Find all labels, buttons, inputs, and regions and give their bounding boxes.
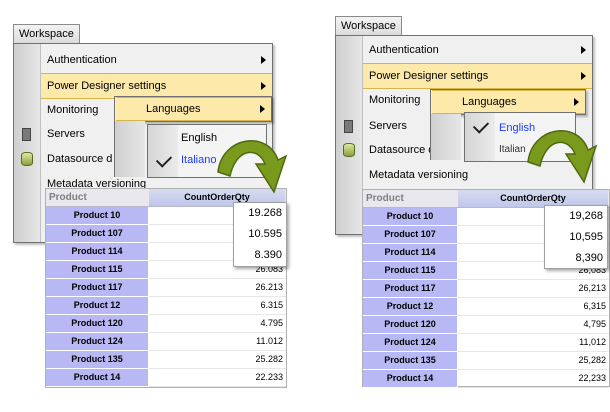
value-popout: 19.268 10.595 8.390	[233, 202, 287, 267]
submenu-arrow-icon	[581, 72, 586, 80]
value-cell: 11.012	[149, 333, 286, 351]
product-cell: Product 10	[363, 208, 458, 225]
menu-item-label: Servers	[369, 120, 407, 132]
submenu-arrow-icon	[260, 105, 265, 113]
value-cell: 11,012	[458, 334, 609, 352]
column-header-product[interactable]: Product	[46, 189, 87, 206]
workspace-tab[interactable]: Workspace	[13, 24, 80, 43]
menu-item-label: Power Designer settings	[369, 70, 489, 82]
popout-value: 8,390	[575, 252, 603, 264]
right-panel: Workspace Authentication Power Designer …	[322, 0, 610, 412]
menu-item-authentication[interactable]: Authentication	[41, 48, 272, 72]
value-cell: 22.233	[149, 369, 286, 387]
value-popout: 19,268 10,595 8,390	[544, 205, 608, 269]
table-row[interactable]: Product 14 22.233	[46, 369, 286, 387]
product-cell: Product 12	[363, 298, 458, 315]
curved-arrow-icon	[527, 130, 598, 184]
product-cell: Product 117	[46, 279, 149, 296]
product-cell: Product 14	[363, 370, 458, 387]
menu-item-label: Authentication	[369, 44, 439, 56]
servers-icon	[344, 120, 353, 133]
product-cell: Product 124	[46, 333, 149, 350]
menu-item-authentication[interactable]: Authentication	[363, 38, 592, 62]
languages-submenu-strip	[430, 114, 461, 160]
table-row[interactable]: Product 120 4,795	[363, 316, 609, 334]
datasource-icon	[21, 152, 33, 166]
menu-item-label: Monitoring	[369, 94, 421, 106]
popout-value: 10,595	[569, 231, 603, 243]
table-row[interactable]: Product 124 11,012	[363, 334, 609, 352]
menu-item-label: Languages	[146, 103, 201, 115]
value-cell: 6,315	[458, 298, 609, 316]
languages-submenu: Languages	[114, 96, 272, 122]
submenu-arrow-icon	[581, 46, 586, 54]
menu-item-label: Servers	[47, 128, 85, 140]
table-row[interactable]: Product 12 6.315	[46, 297, 286, 315]
product-cell: Product 114	[363, 244, 458, 261]
product-cell: Product 10	[46, 207, 149, 224]
popout-value: 10.595	[248, 228, 282, 240]
product-cell: Product 135	[363, 352, 458, 369]
value-cell: 26,213	[458, 280, 609, 298]
menu-item-label: Datasource d	[369, 144, 435, 156]
table-row[interactable]: Product 14 22,233	[363, 370, 609, 388]
table-row[interactable]: Product 120 4.795	[46, 315, 286, 333]
value-cell: 4.795	[149, 315, 286, 333]
menu-item-label: Metadata versioning	[369, 169, 469, 181]
datasource-icon	[343, 143, 355, 157]
workspace-tab[interactable]: Workspace	[335, 16, 402, 35]
product-cell: Product 115	[46, 261, 149, 278]
submenu-arrow-icon	[261, 56, 266, 64]
menu-item-label: Authentication	[47, 54, 117, 66]
menu-item-label: Power Designer settings	[47, 80, 167, 92]
table-row[interactable]: Product 135 25.282	[46, 351, 286, 369]
product-cell: Product 124	[363, 334, 458, 351]
table-row[interactable]: Product 117 26.213	[46, 279, 286, 297]
table-row[interactable]: Product 135 25,282	[363, 352, 609, 370]
product-cell: Product 115	[363, 262, 458, 279]
product-cell: Product 107	[46, 225, 149, 242]
product-cell: Product 12	[46, 297, 149, 314]
value-cell: 26.213	[149, 279, 286, 297]
menu-item-label: Datasource d	[47, 153, 113, 165]
product-cell: Product 120	[46, 315, 149, 332]
popout-value: 8.390	[254, 249, 282, 261]
popout-value: 19.268	[248, 207, 282, 219]
value-cell: 22,233	[458, 370, 609, 388]
menu-item-languages[interactable]: Languages	[432, 90, 585, 114]
menu-item-languages[interactable]: Languages	[116, 97, 271, 121]
popout-value: 19,268	[569, 210, 603, 222]
value-cell: 6.315	[149, 297, 286, 315]
product-cell: Product 117	[363, 280, 458, 297]
product-cell: Product 114	[46, 243, 149, 260]
column-header-product[interactable]: Product	[363, 190, 404, 207]
product-cell: Product 135	[46, 351, 149, 368]
table-row[interactable]: Product 12 6,315	[363, 298, 609, 316]
menu-item-power-designer-settings[interactable]: Power Designer settings	[363, 63, 592, 89]
menu-item-label: Languages	[462, 96, 517, 108]
value-cell: 25.282	[149, 351, 286, 369]
menu-icon-strip	[14, 44, 41, 242]
table-row[interactable]: Product 124 11.012	[46, 333, 286, 351]
language-strip	[148, 125, 178, 177]
languages-submenu-strip	[114, 121, 145, 177]
value-cell: 4,795	[458, 316, 609, 334]
submenu-arrow-icon	[261, 82, 266, 90]
menu-item-label: Monitoring	[47, 104, 99, 116]
product-cell: Product 107	[363, 226, 458, 243]
table-row[interactable]: Product 117 26,213	[363, 280, 609, 298]
curved-arrow-icon	[217, 140, 288, 194]
menu-icon-strip	[336, 36, 363, 234]
product-cell: Product 14	[46, 369, 149, 386]
servers-icon	[22, 128, 31, 141]
left-panel: Workspace Authentication Power Designer …	[0, 0, 290, 412]
submenu-arrow-icon	[574, 98, 579, 106]
product-cell: Product 120	[363, 316, 458, 333]
value-cell: 25,282	[458, 352, 609, 370]
